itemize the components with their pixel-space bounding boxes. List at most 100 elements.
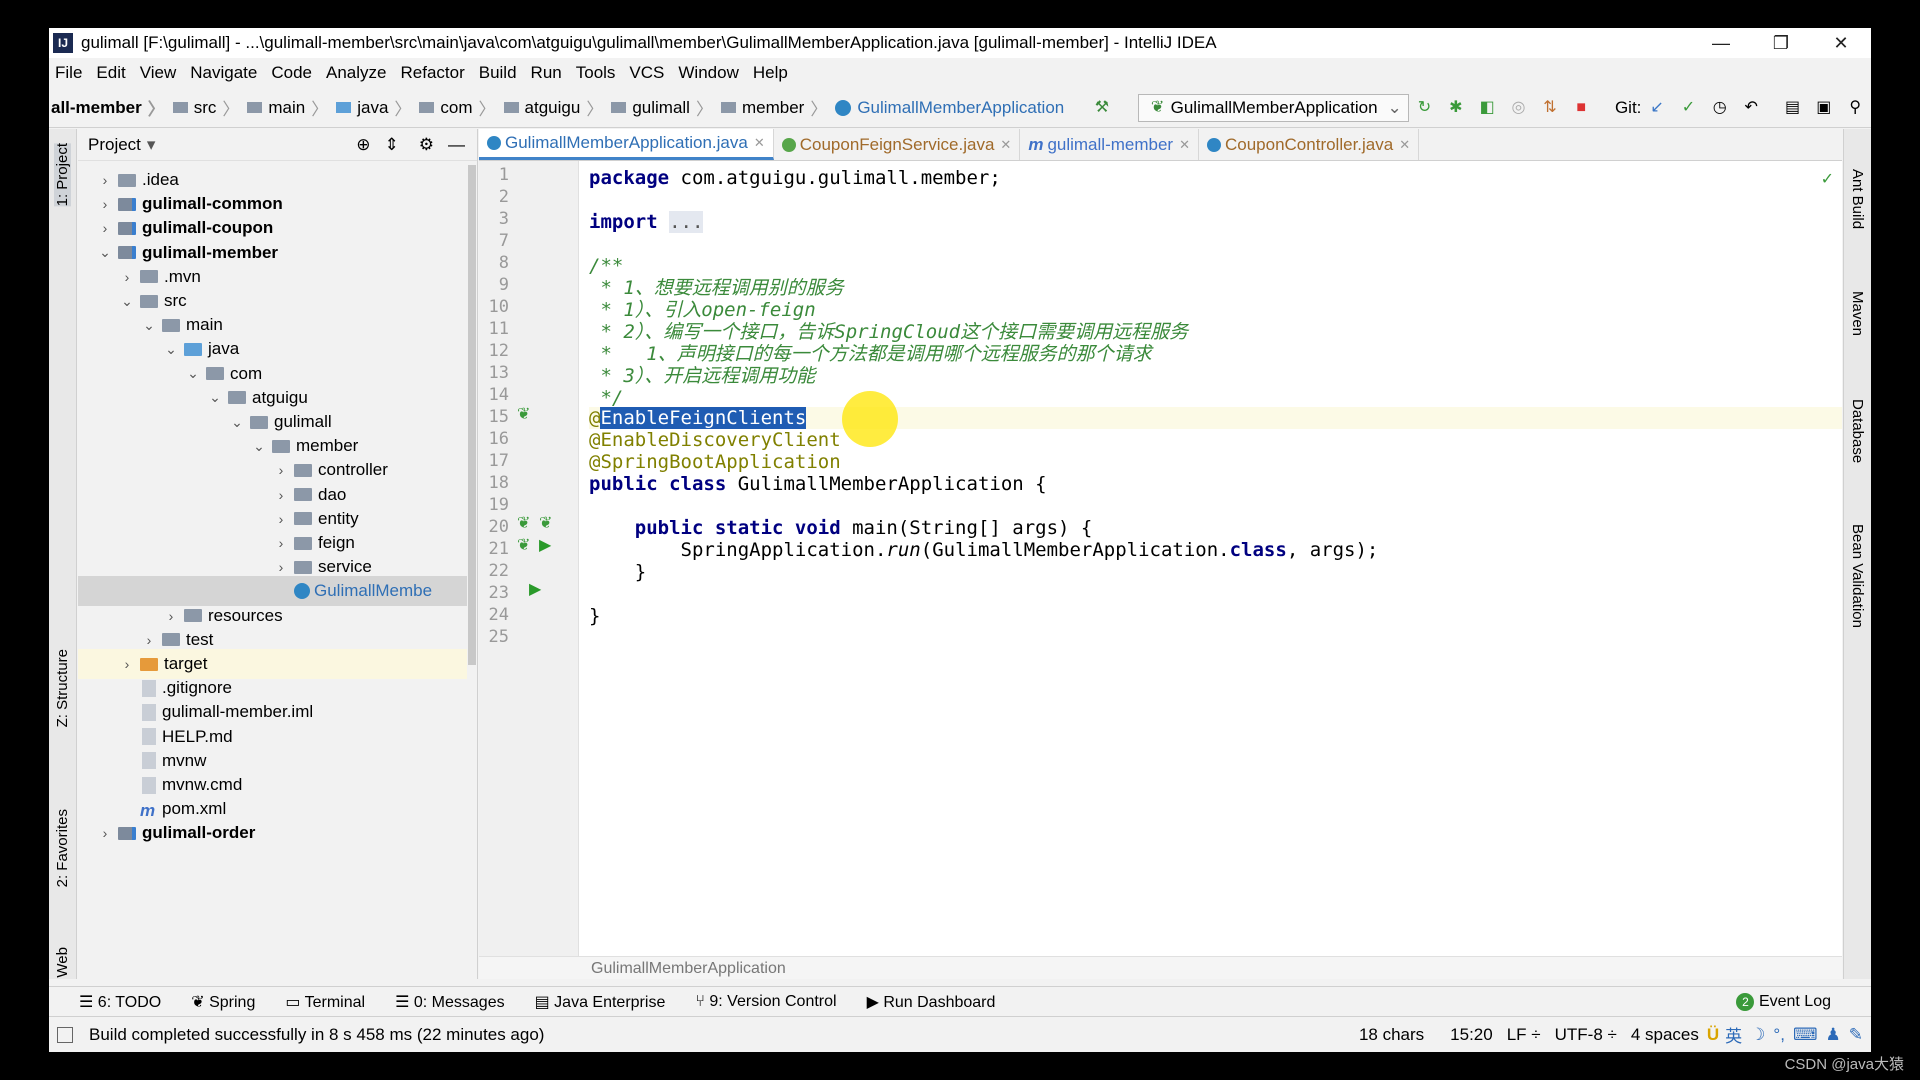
terminal-tool-button[interactable]: ▭ Terminal (285, 992, 365, 1012)
chevron-down-icon[interactable]: ⌄ (162, 341, 180, 358)
menu-refactor[interactable]: Refactor (400, 63, 464, 83)
hammer-icon[interactable]: ⚒ (1094, 99, 1109, 117)
rerun-icon[interactable]: ↻ (1417, 99, 1432, 117)
presentation-icon[interactable]: ▣ (1816, 99, 1831, 117)
breadcrumb-module[interactable]: all-member 〉 (49, 95, 165, 120)
java-enterprise-tool-button[interactable]: ▤ Java Enterprise (535, 992, 666, 1012)
bean-icon[interactable]: ❦ (517, 513, 530, 533)
close-icon[interactable]: ✕ (1179, 137, 1190, 153)
menu-vcs[interactable]: VCS (629, 63, 664, 83)
menu-build[interactable]: Build (479, 63, 517, 83)
attach-icon[interactable]: ⇅ (1542, 99, 1557, 117)
spring-boot-icon[interactable]: ❦ (539, 513, 552, 533)
close-icon[interactable]: ✕ (1399, 137, 1410, 153)
chevron-right-icon[interactable]: › (162, 608, 180, 624)
close-icon[interactable]: ✕ (1000, 137, 1011, 153)
revert-icon[interactable]: ↶ (1743, 99, 1758, 117)
history-icon[interactable]: ◷ (1712, 99, 1727, 117)
chevron-right-icon[interactable]: › (272, 487, 290, 503)
spring-tool-button[interactable]: ❦ Spring (191, 992, 255, 1012)
debug-icon[interactable]: ✱ (1448, 99, 1463, 117)
event-log-tool-button[interactable]: 2 Event Log (1736, 992, 1831, 1011)
breadcrumb-com[interactable]: com 〉 (411, 95, 496, 120)
status-message[interactable]: Build completed successfully in 8 s 458 … (89, 1025, 544, 1045)
tab-gulimallmemberapplication[interactable]: GulimallMemberApplication.java ✕ (479, 129, 774, 160)
restore-button[interactable]: ❐ (1751, 33, 1811, 54)
wrench-icon[interactable]: ✎ (1849, 1025, 1863, 1045)
chevron-right-icon[interactable]: › (96, 825, 114, 841)
database-tool-tab[interactable]: Database (1849, 399, 1866, 463)
chevron-right-icon[interactable]: › (96, 220, 114, 236)
chevron-down-icon[interactable]: ⌄ (96, 244, 114, 261)
menu-analyze[interactable]: Analyze (326, 63, 386, 83)
menu-tools[interactable]: Tools (576, 63, 616, 83)
keyboard-icon[interactable]: ⌨ (1793, 1025, 1818, 1045)
chevron-right-icon[interactable]: › (272, 559, 290, 575)
ime-logo-icon[interactable]: Ü (1707, 1025, 1719, 1045)
gear-icon[interactable]: ⚙ (419, 135, 434, 155)
code-editor[interactable]: package com.atguigu.gulimall.member; imp… (589, 161, 1842, 956)
maven-tool-tab[interactable]: Maven (1849, 291, 1866, 336)
tab-couponfeignservice[interactable]: CouponFeignService.java ✕ (774, 129, 1021, 160)
menu-view[interactable]: View (140, 63, 177, 83)
chevron-right-icon[interactable]: › (272, 511, 290, 527)
inspection-ok-icon[interactable]: ✓ (1821, 169, 1834, 189)
search-icon[interactable]: ⚲ (1848, 99, 1863, 117)
punctuation-icon[interactable]: °, (1773, 1025, 1785, 1045)
todo-tool-button[interactable]: ☰ 6: TODO (79, 992, 161, 1012)
project-structure-icon[interactable]: ▤ (1785, 99, 1800, 117)
bean-icon[interactable]: ❦ (517, 404, 530, 424)
project-tool-tab[interactable]: 1: Project (54, 143, 71, 207)
close-button[interactable]: ✕ (1811, 33, 1871, 54)
toggle-tool-windows-icon[interactable] (57, 1026, 73, 1043)
git-commit-icon[interactable]: ✓ (1681, 99, 1696, 117)
breadcrumb-main[interactable]: main 〉 (239, 95, 328, 120)
menu-window[interactable]: Window (678, 63, 738, 83)
chevron-right-icon[interactable]: › (272, 535, 290, 551)
folded-imports[interactable]: ... (669, 211, 704, 233)
chevron-down-icon[interactable]: ⌄ (184, 365, 202, 382)
chevron-right-icon[interactable]: › (272, 462, 290, 478)
breadcrumb-atguigu[interactable]: atguigu 〉 (496, 95, 603, 120)
tab-gulimall-member-pom[interactable]: m gulimall-member ✕ (1020, 129, 1199, 160)
git-update-icon[interactable]: ↙ (1649, 99, 1664, 117)
menu-file[interactable]: File (55, 63, 82, 83)
chevron-down-icon[interactable]: ⌄ (118, 293, 136, 310)
profile-icon[interactable]: ◎ (1511, 99, 1526, 117)
chevron-right-icon[interactable]: › (118, 656, 136, 672)
menu-navigate[interactable]: Navigate (190, 63, 257, 83)
hide-icon[interactable]: — (448, 135, 465, 155)
run-icon[interactable]: ▶ (539, 535, 551, 555)
line-separator[interactable]: LF ÷ (1507, 1025, 1541, 1045)
file-encoding[interactable]: UTF-8 ÷ (1555, 1025, 1617, 1045)
chevron-right-icon[interactable]: › (118, 269, 136, 285)
close-icon[interactable]: ✕ (754, 135, 765, 151)
menu-help[interactable]: Help (753, 63, 788, 83)
tree-scrollbar[interactable] (468, 165, 476, 665)
run-dashboard-tool-button[interactable]: ▶ Run Dashboard (867, 992, 996, 1012)
chevron-down-icon[interactable]: ⌄ (250, 438, 268, 455)
bean-icon[interactable]: ❦ (517, 535, 530, 555)
user-icon[interactable]: ♟ (1826, 1025, 1841, 1045)
chevron-right-icon[interactable]: › (96, 172, 114, 188)
run-icon[interactable]: ▶ (529, 579, 541, 599)
indent-setting[interactable]: 4 spaces (1631, 1025, 1699, 1045)
collapse-all-icon[interactable]: ⇕ (385, 135, 399, 155)
version-control-tool-button[interactable]: ⑂ 9: Version Control (695, 993, 836, 1011)
locate-icon[interactable]: ⊕ (356, 135, 370, 155)
minimize-button[interactable]: — (1691, 33, 1751, 54)
tab-couponcontroller[interactable]: CouponController.java ✕ (1199, 129, 1420, 160)
moon-icon[interactable]: ☽ (1750, 1025, 1765, 1045)
messages-tool-button[interactable]: ☰ 0: Messages (395, 992, 505, 1012)
chevron-down-icon[interactable]: ⌄ (206, 389, 224, 406)
favorites-tool-tab[interactable]: 2: Favorites (54, 809, 71, 887)
ime-language[interactable]: 英 (1725, 1022, 1742, 1047)
caret-position[interactable]: 15:20 (1450, 1025, 1493, 1045)
chevron-down-icon[interactable]: ⌄ (140, 317, 158, 334)
breadcrumb-member[interactable]: member 〉 (713, 95, 827, 120)
breadcrumb-src[interactable]: src 〉 (165, 95, 239, 120)
coverage-icon[interactable]: ◧ (1480, 99, 1495, 117)
editor-breadcrumb[interactable]: GulimallMemberApplication (479, 956, 1842, 979)
ant-build-tool-tab[interactable]: Ant Build (1849, 169, 1866, 229)
menu-run[interactable]: Run (531, 63, 562, 83)
